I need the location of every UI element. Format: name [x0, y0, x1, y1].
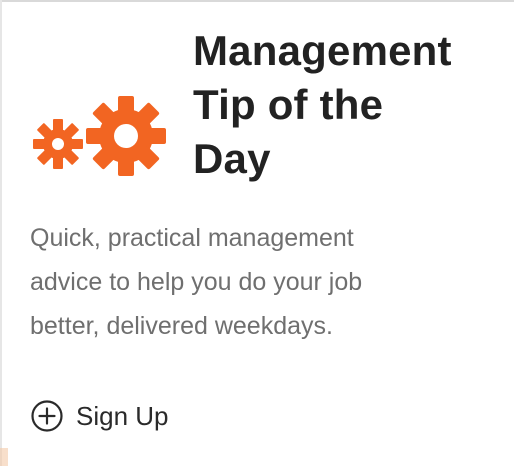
description-line: advice to help you do your job: [30, 268, 363, 296]
sign-up-button[interactable]: Sign Up: [30, 396, 169, 436]
gears-icon: [30, 96, 170, 178]
description-line: better, delivered weekdays.: [30, 312, 333, 340]
newsletter-card: Management Tip of the Day Quick, practic…: [0, 0, 514, 466]
top-divider: [2, 0, 514, 2]
description-line: Quick, practical management: [30, 224, 354, 252]
title-line: Tip of the: [193, 81, 384, 128]
title-line: Management: [193, 27, 452, 74]
left-border: [0, 0, 2, 466]
plus-circle-icon: [30, 399, 64, 433]
edge-accent: [0, 448, 8, 466]
sign-up-label: Sign Up: [76, 401, 169, 431]
card-title: Management Tip of the Day: [193, 24, 508, 186]
card-description: Quick, practical management advice to he…: [30, 216, 500, 348]
title-line: Day: [193, 135, 271, 182]
